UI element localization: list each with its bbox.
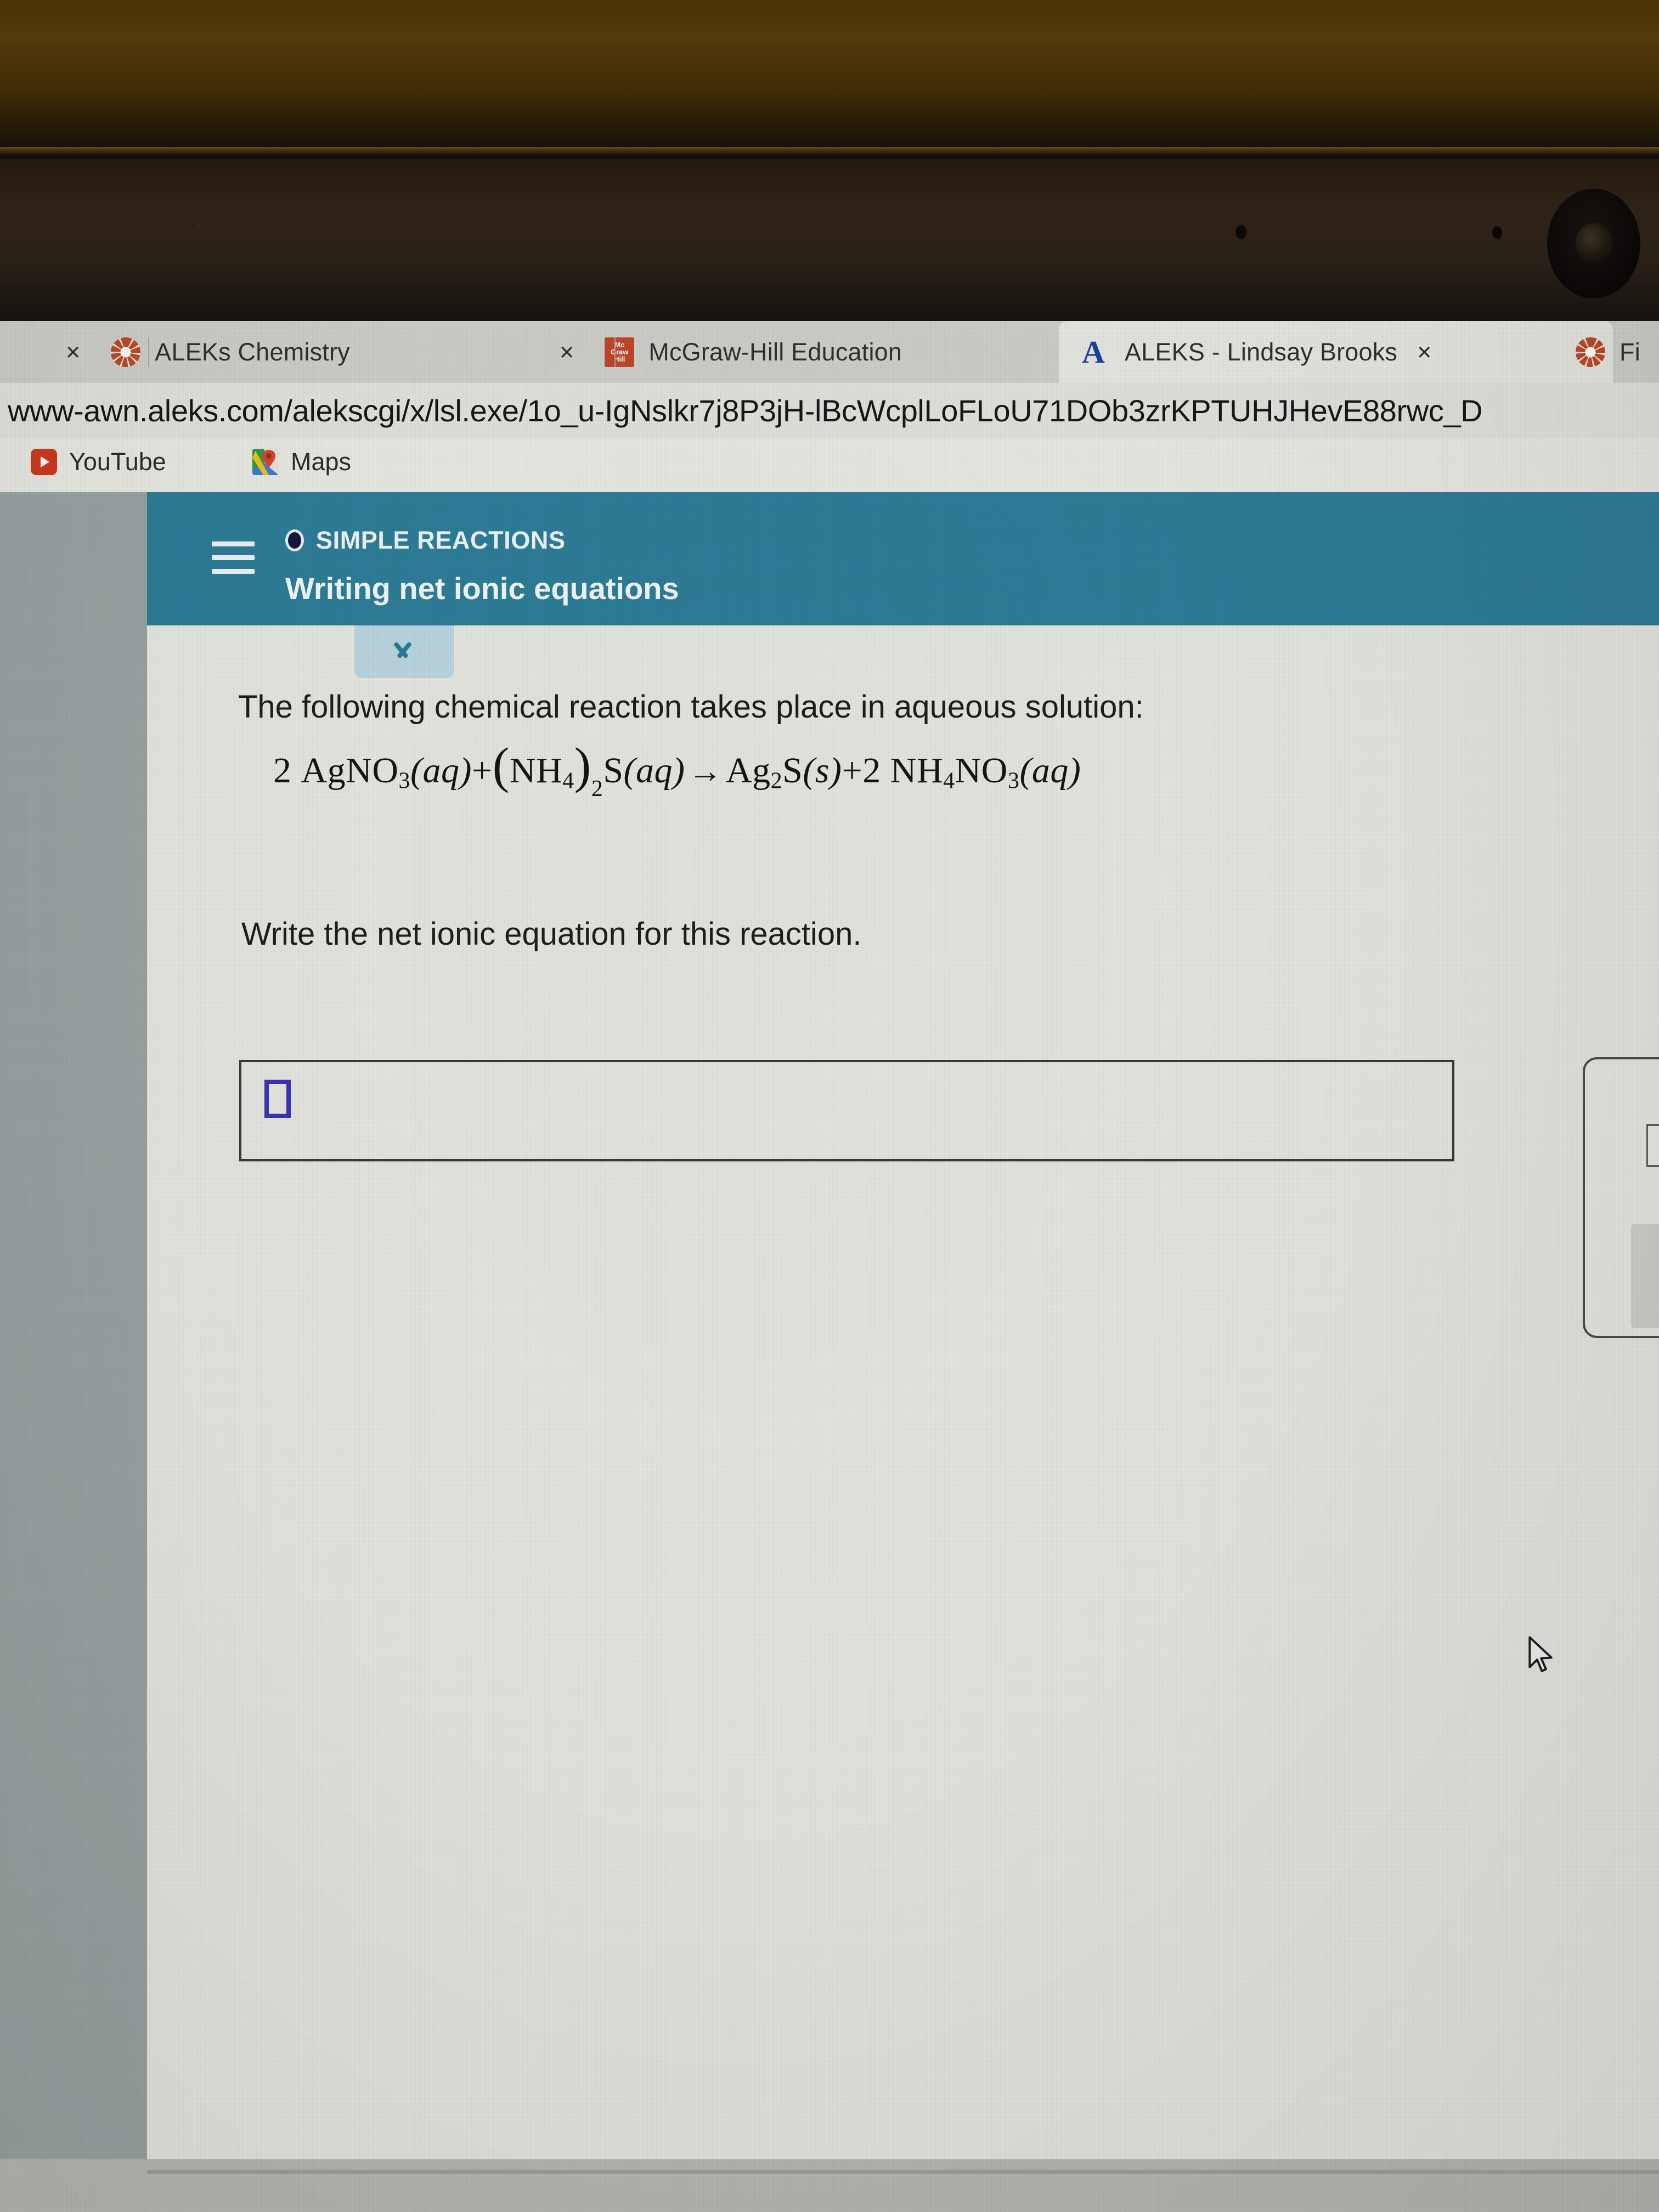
- laptop-bezel: [0, 159, 1659, 324]
- tab-divider: [614, 337, 616, 367]
- equation-state: (aq): [623, 751, 685, 791]
- tab-close-icon[interactable]: ×: [1417, 340, 1431, 364]
- equation-subscript: 4: [562, 768, 574, 794]
- page-bottom-divider: [147, 2170, 1659, 2174]
- browser-tab-aleks-lindsay-brooks[interactable]: A ALEKS - Lindsay Brooks ×: [1059, 321, 1613, 383]
- equation-plus: +: [842, 751, 863, 791]
- radio-dot-icon: [285, 529, 304, 551]
- empty-answer-placeholder-icon: [264, 1080, 291, 1118]
- equation-product-2b: NO: [955, 751, 1008, 791]
- aleks-content-panel: SIMPLE REACTIONS Writing net ionic equat…: [147, 492, 1659, 2212]
- equation-plus: +: [471, 751, 493, 791]
- bookmark-youtube[interactable]: YouTube: [31, 448, 166, 476]
- url-text[interactable]: www-awn.aleks.com/alekscgi/x/lsl.exe/1o_…: [8, 393, 1483, 428]
- equation-arrow-icon: →: [688, 753, 723, 790]
- mouse-pointer-icon: [1527, 1636, 1560, 1677]
- bookmarks-bar: YouTube Maps: [0, 439, 1659, 492]
- browser-tab-strip: × ALEKs Chemistry × Mc Graw Hill McGraw-…: [0, 321, 1659, 383]
- laptop-screen: × ALEKs Chemistry × Mc Graw Hill McGraw-…: [0, 321, 1659, 2212]
- browser-tab-mcgraw-hill[interactable]: × Mc Graw Hill McGraw-Hill Education: [560, 321, 1048, 383]
- laptop-photo: × ALEKs Chemistry × Mc Graw Hill McGraw-…: [0, 0, 1659, 2212]
- browser-address-bar[interactable]: www-awn.aleks.com/alekscgi/x/lsl.exe/1o_…: [0, 383, 1659, 439]
- equation-coefficient: 2: [273, 751, 292, 791]
- equation-state: (s): [803, 751, 842, 791]
- page-title: Writing net ionic equations: [285, 571, 679, 606]
- question-prompt-text: Write the net ionic equation for this re…: [241, 916, 862, 952]
- equation-product-1: Ag: [726, 751, 771, 791]
- equation-group-subscript: 2: [591, 776, 603, 802]
- question-intro-text: The following chemical reaction takes pl…: [238, 689, 1144, 725]
- aleks-header: SIMPLE REACTIONS Writing net ionic equat…: [147, 492, 1659, 625]
- equation-paren-open: (: [492, 737, 510, 793]
- browser-tab-label: Fi: [1620, 337, 1640, 366]
- browser-tab-label: ALEKS - Lindsay Brooks: [1125, 337, 1398, 366]
- browser-tab-fi[interactable]: Fi: [1576, 321, 1659, 383]
- hamburger-menu-icon[interactable]: [212, 541, 255, 574]
- browser-tab-aleks-chemistry[interactable]: × ALEKs Chemistry: [66, 321, 499, 383]
- equation-product-1-s: S: [782, 751, 803, 791]
- youtube-icon: [31, 449, 57, 475]
- equation-subscript: 3: [1007, 768, 1020, 794]
- toolbar-group[interactable]: [1631, 1224, 1659, 1328]
- laptop-lid-edge: [0, 147, 1659, 159]
- aleks-icon: [1576, 337, 1605, 367]
- equation-reactant-1: AgNO: [301, 751, 399, 791]
- equation-coefficient: 2: [862, 751, 881, 791]
- google-maps-icon: [252, 449, 279, 475]
- page-left-gutter: [0, 492, 147, 2212]
- tab-close-icon[interactable]: ×: [560, 340, 574, 364]
- equation-subscript: 3: [398, 768, 410, 794]
- equation-product-2a: NH: [890, 751, 944, 791]
- bookmark-label: YouTube: [69, 448, 166, 476]
- aleks-letter-a-icon: A: [1082, 334, 1105, 370]
- collapse-header-button[interactable]: [354, 625, 454, 678]
- tab-close-icon[interactable]: ×: [66, 340, 80, 364]
- webcam-lens-icon: [1576, 223, 1613, 263]
- equation-editor-toolbar[interactable]: [1583, 1057, 1659, 1338]
- browser-tab-label: ALEKs Chemistry: [155, 337, 350, 366]
- answer-input[interactable]: [239, 1060, 1454, 1161]
- chemical-equation: 2 AgNO3(aq)+(NH4)2S(aq)→Ag2S(s)+2 NH4NO3…: [273, 740, 1081, 802]
- aleks-page: SIMPLE REACTIONS Writing net ionic equat…: [0, 492, 1659, 2212]
- equation-subscript: 4: [943, 768, 955, 794]
- microphone-hole-icon: [1235, 225, 1246, 239]
- tab-divider: [148, 337, 149, 367]
- page-bottom-band: [0, 2159, 1659, 2212]
- background-wall: [0, 0, 1659, 165]
- equation-group: NH: [509, 751, 563, 791]
- toolbar-button[interactable]: [1646, 1124, 1659, 1167]
- browser-tab-label: McGraw-Hill Education: [648, 337, 902, 366]
- aleks-icon: [111, 337, 141, 367]
- microphone-hole-icon: [1492, 226, 1502, 239]
- bookmark-maps[interactable]: Maps: [252, 448, 351, 476]
- equation-paren-close: ): [574, 737, 591, 793]
- equation-state: (aq): [410, 751, 472, 791]
- bezel-texture: [0, 159, 1659, 324]
- bookmark-label: Maps: [291, 448, 352, 476]
- topic-badge: SIMPLE REACTIONS: [285, 526, 566, 555]
- topic-category-label: SIMPLE REACTIONS: [316, 526, 566, 554]
- equation-reactant-2: S: [603, 751, 624, 791]
- equation-state: (aq): [1019, 751, 1081, 791]
- equation-subscript: 2: [770, 768, 783, 794]
- mcgraw-hill-icon: Mc Graw Hill: [605, 337, 635, 367]
- chevron-down-icon: [388, 643, 417, 659]
- mcgraw-hill-icon-line: Hill: [614, 355, 625, 363]
